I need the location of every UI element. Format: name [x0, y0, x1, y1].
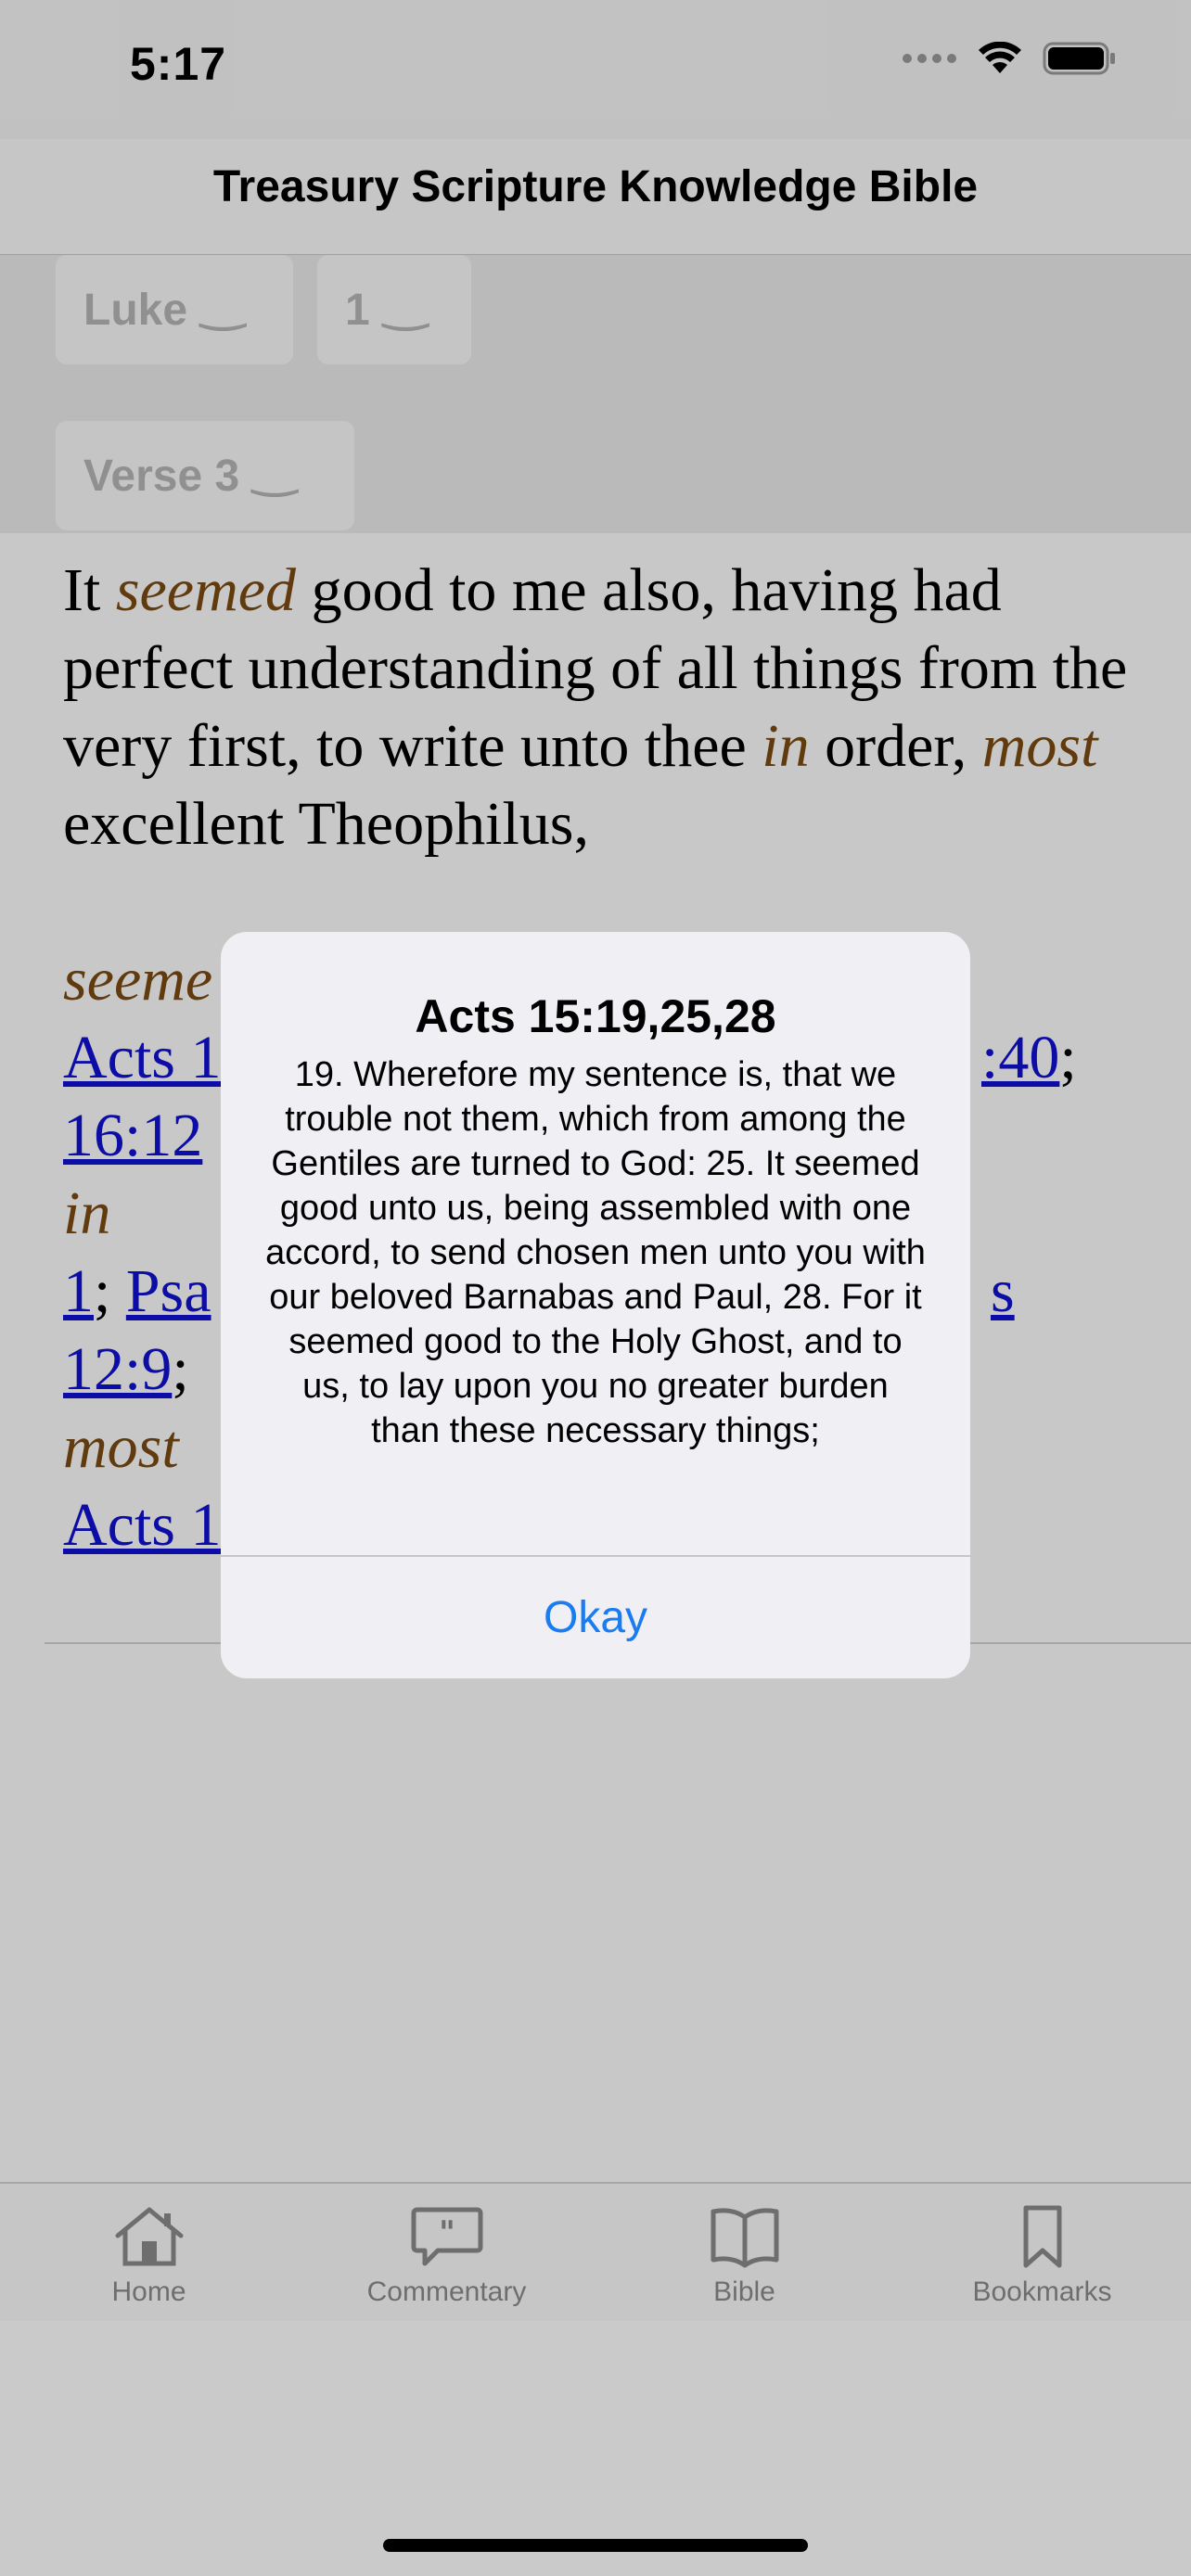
alert-message: 19. Wherefore my sentence is, that we tr… — [265, 1055, 926, 1450]
okay-button[interactable]: Okay — [221, 1557, 970, 1678]
reference-alert: Acts 15:19,25,28 19. Wherefore my senten… — [221, 932, 970, 1678]
home-indicator[interactable] — [383, 2539, 808, 2552]
alert-title: Acts 15:19,25,28 — [415, 990, 776, 1042]
